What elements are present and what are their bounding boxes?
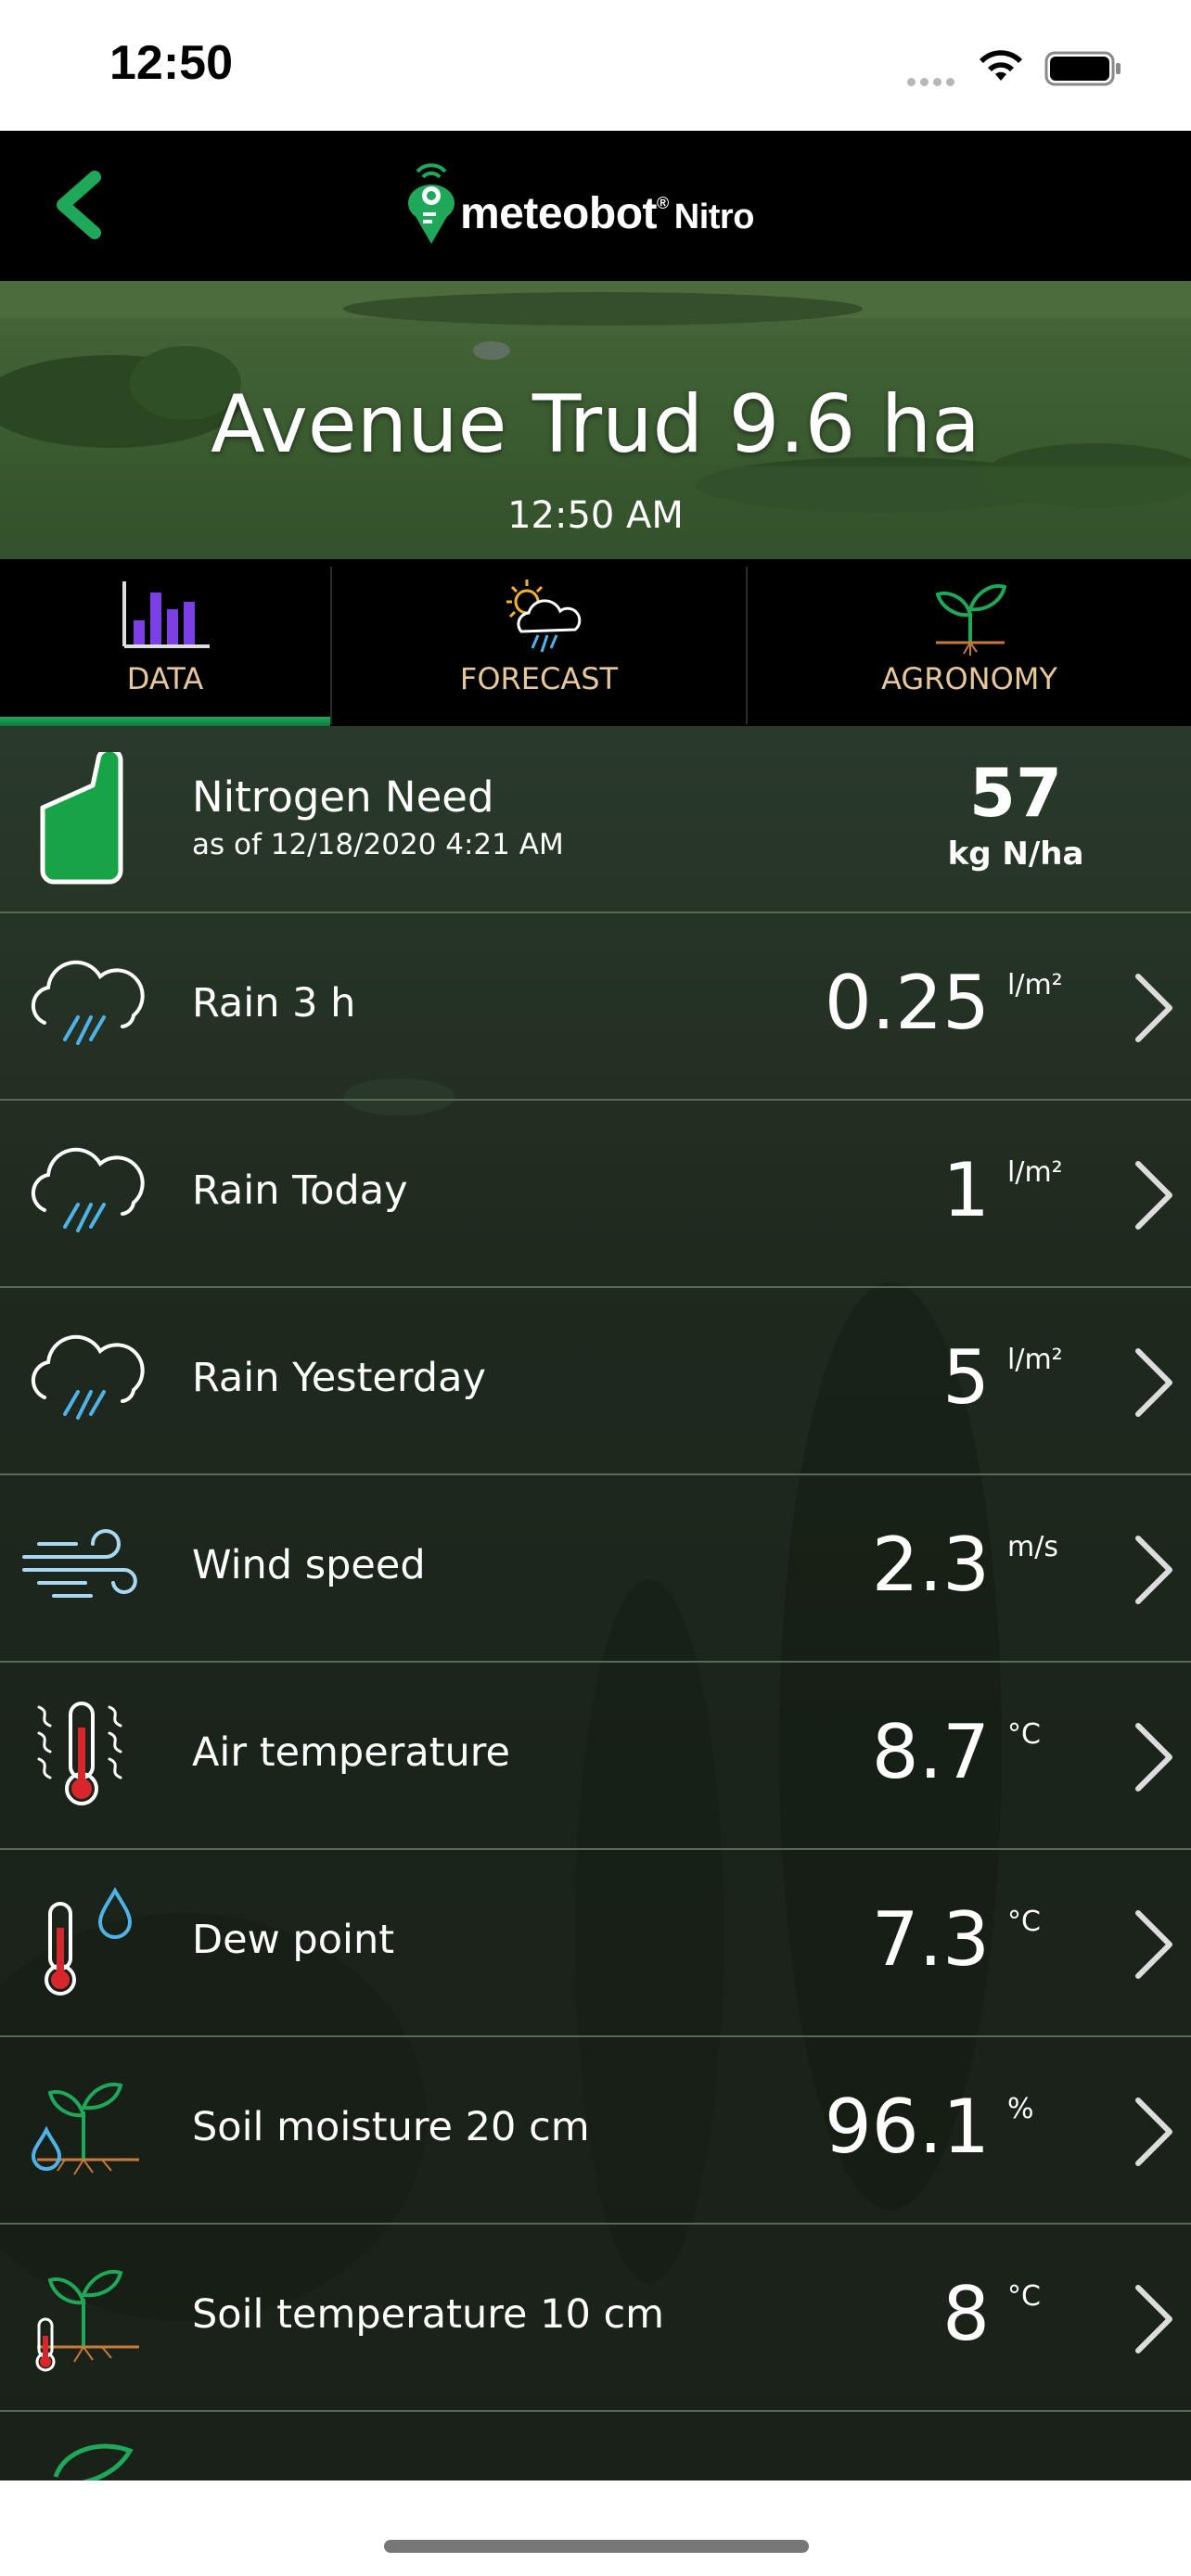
row-label: Dew point [192, 1917, 395, 1963]
row-label: Soil moisture 20 cm [192, 2104, 590, 2150]
soil-moisture-icon [31, 2083, 139, 2175]
field-time: 12:50 AM [507, 494, 684, 537]
field-title: Avenue Trud 9.6 ha [211, 378, 980, 471]
row-label: Soil temperature 10 cm [192, 2291, 665, 2338]
tab-agronomy-label: AGRONOMY [881, 661, 1057, 696]
leaf-icon [53, 2443, 134, 2480]
tab-forecast-label: FORECAST [459, 661, 619, 696]
row-value: 1 [942, 1147, 990, 1233]
rain-cloud-icon [31, 1147, 145, 1232]
chevron-right-icon [1135, 974, 1172, 1042]
signal-dots-icon [907, 72, 959, 90]
row-unit: l/m² [1007, 1344, 1063, 1376]
rain-3h-row[interactable]: Rain 3 h 0.25 l/m² [0, 913, 1191, 1101]
meteobot-logo-icon [408, 163, 455, 244]
wind-icon [22, 1529, 137, 1598]
chevron-right-icon [1135, 2285, 1172, 2353]
row-value: 96.1 [824, 2084, 990, 2170]
battery-icon [1044, 51, 1121, 86]
row-unit: °C [1007, 1906, 1041, 1938]
row-unit: °C [1007, 2280, 1041, 2313]
nitrogen-need-value: 57 [968, 754, 1063, 832]
row-value: 7.3 [871, 1896, 990, 1983]
sun-cloud-rain-icon [506, 580, 582, 653]
chevron-right-icon [1135, 1536, 1172, 1604]
nitrogen-need-row[interactable]: Nitrogen Need as of 12/18/2020 4:21 AM 5… [0, 726, 1191, 913]
row-label: Rain 3 h [192, 980, 356, 1027]
brand-name: meteobot® Nitro [460, 189, 754, 238]
row-label: Rain Yesterday [192, 1355, 486, 1401]
air-temperature-row[interactable]: Air temperature 8.7 °C [0, 1663, 1191, 1850]
partial-row[interactable] [0, 2412, 1191, 2480]
soil-moisture-row[interactable]: Soil moisture 20 cm 96.1 % [0, 2037, 1191, 2225]
row-value: 5 [942, 1334, 990, 1421]
row-label: Air temperature [192, 1729, 510, 1776]
tab-data-label: DATA [126, 661, 204, 696]
row-label: Wind speed [192, 1542, 426, 1588]
row-value: 8.7 [871, 1709, 990, 1795]
nav-bar: meteobot® Nitro [0, 131, 1191, 281]
row-value: 0.25 [824, 960, 990, 1046]
tab-agronomy[interactable]: AGRONOMY [748, 559, 1191, 726]
nitrogen-need-date: as of 12/18/2020 4:21 AM [192, 828, 564, 861]
tab-data[interactable]: DATA [0, 559, 330, 726]
rain-cloud-icon [31, 1334, 145, 1420]
status-time: 12:50 [109, 36, 233, 90]
status-bar: 12:50 [0, 0, 1191, 131]
wind-speed-row[interactable]: Wind speed 2.3 m/s [0, 1475, 1191, 1663]
row-unit: m/s [1007, 1531, 1058, 1563]
chevron-right-icon [1135, 1910, 1172, 1979]
row-unit: l/m² [1007, 969, 1063, 1001]
row-label: Rain Today [192, 1167, 408, 1214]
tab-bar: DATA FORECAST AGRONOMY [0, 559, 1191, 726]
soil-temperature-row[interactable]: Soil temperature 10 cm 8 °C [0, 2225, 1191, 2412]
nitrogen-need-label: Nitrogen Need [192, 772, 494, 822]
active-tab-indicator [0, 717, 330, 726]
bar-chart-icon [122, 581, 210, 648]
data-list: Nitrogen Need as of 12/18/2020 4:21 AM 5… [0, 726, 1191, 2480]
row-unit: % [1007, 2093, 1034, 2125]
rain-yesterday-row[interactable]: Rain Yesterday 5 l/m² [0, 1288, 1191, 1475]
soil-temperature-icon [35, 2270, 139, 2372]
sprout-icon [935, 584, 1007, 656]
dew-point-row[interactable]: Dew point 7.3 °C [0, 1850, 1191, 2037]
chevron-right-icon [1135, 1723, 1172, 1792]
thumbs-up-icon [40, 752, 123, 885]
home-indicator[interactable] [384, 2540, 809, 2553]
tab-forecast[interactable]: FORECAST [332, 559, 746, 726]
row-value: 2.3 [871, 1522, 990, 1608]
rain-cloud-icon [31, 960, 145, 1045]
row-unit: l/m² [1007, 1156, 1063, 1189]
row-value: 8 [942, 2271, 990, 2357]
dew-point-icon [45, 1887, 133, 1996]
chevron-right-icon [1135, 1348, 1172, 1417]
rain-today-row[interactable]: Rain Today 1 l/m² [0, 1101, 1191, 1288]
field-header: Avenue Trud 9.6 ha 12:50 AM [0, 281, 1191, 559]
air-temperature-icon [37, 1702, 122, 1805]
row-unit: °C [1007, 1718, 1041, 1751]
chevron-right-icon [1135, 2098, 1172, 2166]
back-button[interactable] [46, 168, 111, 242]
brand-logo: meteobot® Nitro [404, 159, 794, 261]
home-indicator-area [0, 2480, 1191, 2576]
wifi-icon [980, 50, 1022, 81]
nitrogen-need-unit: kg N/ha [947, 835, 1084, 873]
chevron-right-icon [1135, 1161, 1172, 1230]
